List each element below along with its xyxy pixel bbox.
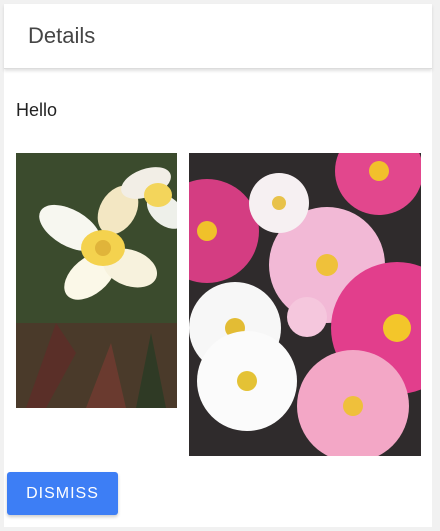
dialog-title: Details xyxy=(28,23,96,48)
details-dialog: Details Hello DISMISS xyxy=(4,4,432,527)
dialog-header: Details xyxy=(4,4,432,69)
cosmos-flowers-image xyxy=(189,153,421,456)
dialog-message: Hello xyxy=(16,100,58,120)
dismiss-button[interactable]: DISMISS xyxy=(7,472,118,515)
frangipani-image xyxy=(16,153,177,408)
